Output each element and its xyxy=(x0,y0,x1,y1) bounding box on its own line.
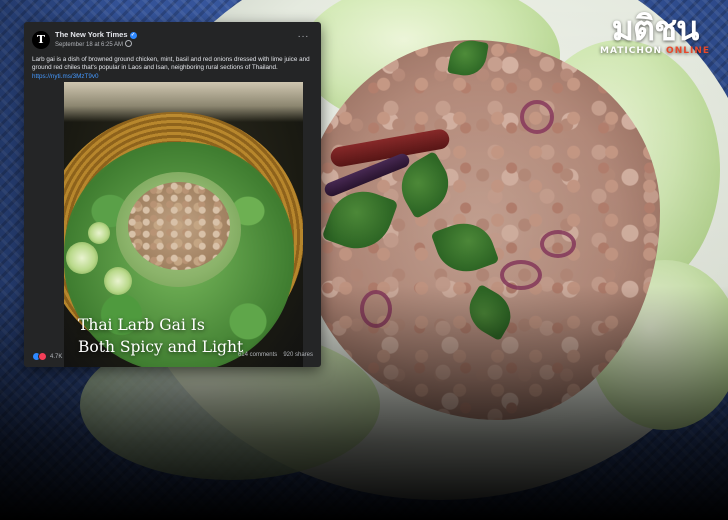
reaction-count: 4.7K xyxy=(50,353,63,360)
love-reaction-icon xyxy=(38,352,47,361)
cucumber-slice xyxy=(104,267,132,295)
post-header: T The New York Times ✓ September 18 at 6:… xyxy=(32,30,313,52)
post-date-container: September 18 at 6:25 AM xyxy=(55,40,133,48)
globe-icon xyxy=(125,40,133,47)
logo-subtitle: MATICHON ONLINE xyxy=(600,46,710,56)
nyt-avatar[interactable]: T xyxy=(32,31,50,49)
post-image[interactable]: Thai Larb Gai Is Both Spicy and Light xyxy=(64,82,303,367)
post-date[interactable]: September 18 at 6:25 AM xyxy=(55,42,123,48)
engagement-stats: 614 comments 920 shares xyxy=(238,352,313,358)
reactions-summary[interactable]: 4.7K xyxy=(32,352,62,361)
post-footer: 4.7K 614 comments 920 shares xyxy=(32,351,313,363)
page-name[interactable]: The New York Times xyxy=(55,30,128,39)
logo-sub-secondary: ONLINE xyxy=(666,46,710,56)
post-link[interactable]: https://nyti.ms/3MzT9v0 xyxy=(32,73,310,81)
larb-gai xyxy=(128,182,230,270)
page-name-container: The New York Times ✓ xyxy=(55,30,137,39)
caption-line-1: Thai Larb Gai Is xyxy=(78,316,205,334)
post-body: Larb gai is a dish of browned ground chi… xyxy=(32,56,310,81)
matichon-logo: มติชน MATICHON ONLINE xyxy=(600,10,710,56)
cucumber-slice xyxy=(88,222,110,244)
comments-count[interactable]: 614 comments xyxy=(238,352,277,358)
shares-count[interactable]: 920 shares xyxy=(283,352,313,358)
post-body-text: Larb gai is a dish of browned ground chi… xyxy=(32,56,310,72)
verified-icon: ✓ xyxy=(129,32,137,39)
cucumber-slice xyxy=(66,242,98,274)
more-options-icon[interactable]: ··· xyxy=(298,32,310,42)
logo-sub-primary: MATICHON xyxy=(600,46,663,56)
logo-mark: มติชน xyxy=(611,9,700,49)
facebook-post-card: T The New York Times ✓ September 18 at 6:… xyxy=(24,22,321,367)
